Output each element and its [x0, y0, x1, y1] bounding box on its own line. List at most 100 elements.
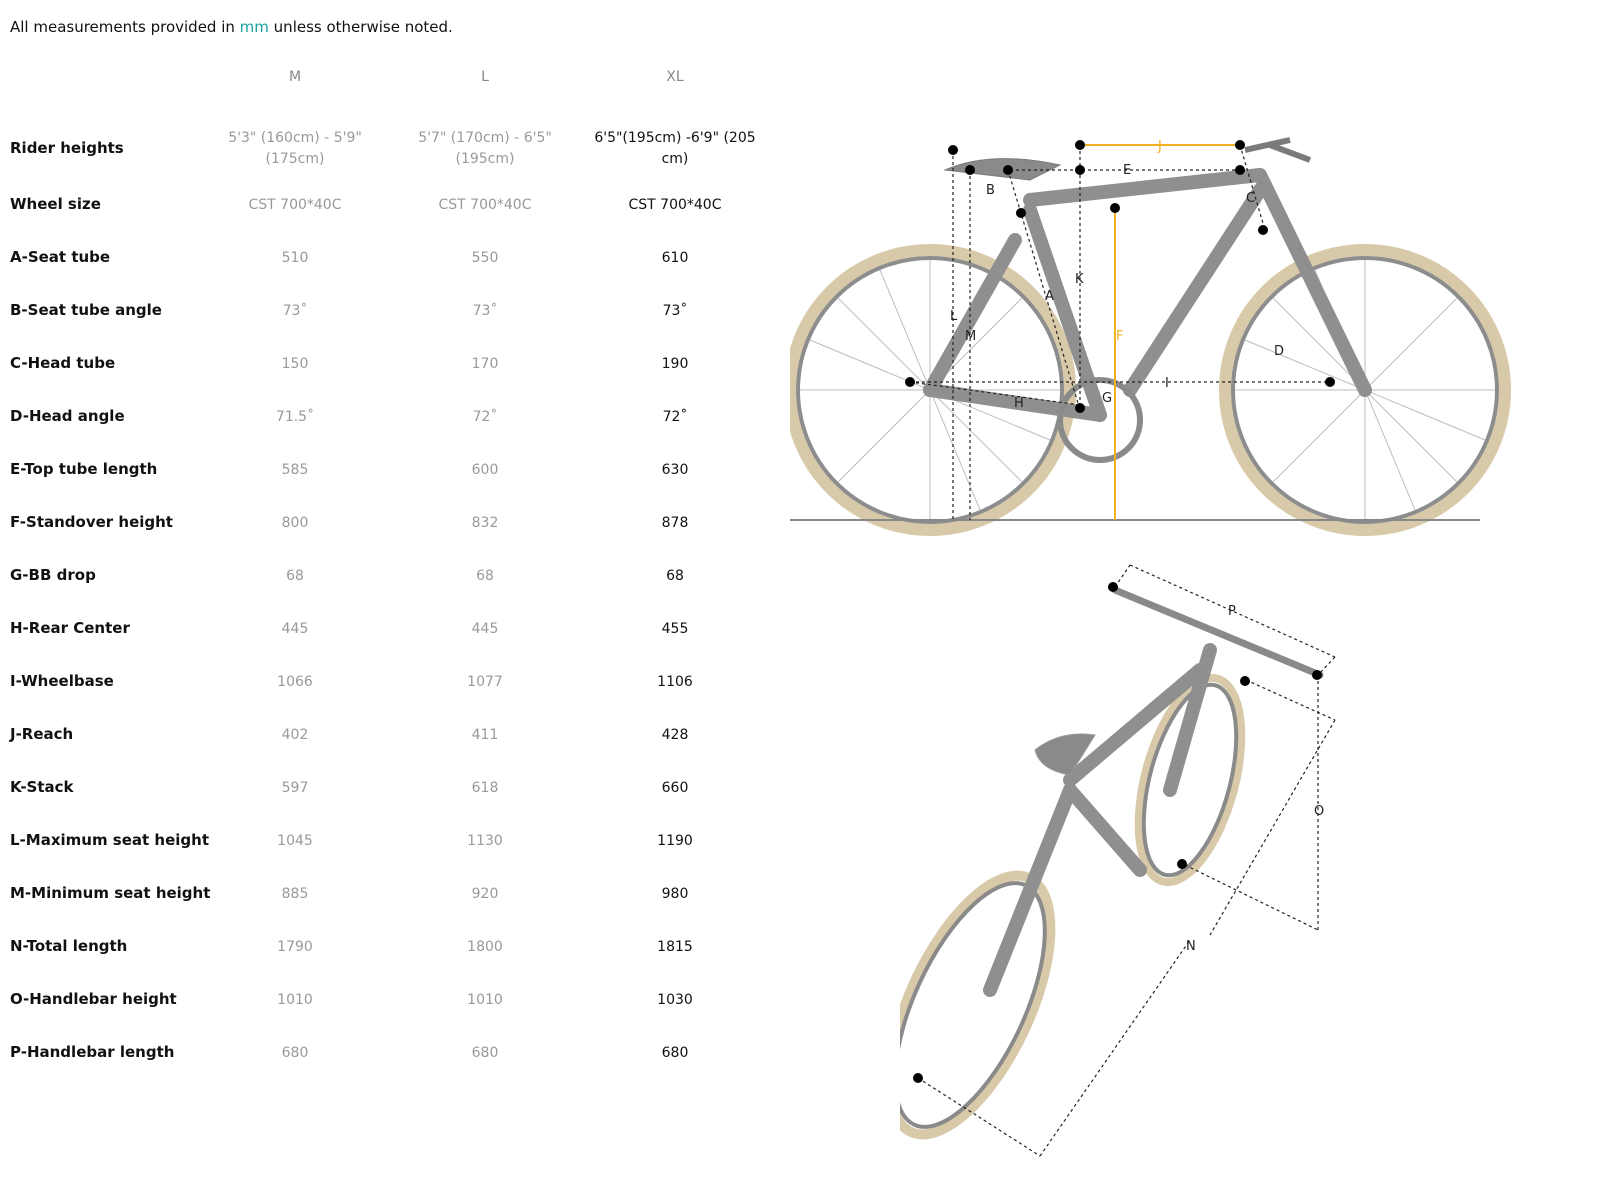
value-cell-xl: 1190: [657, 833, 693, 849]
row-label: N-Total length: [10, 937, 128, 955]
label-g: G: [1102, 391, 1112, 406]
value-cell-xl: 680: [661, 1045, 689, 1061]
row-label: E-Top tube length: [10, 460, 158, 478]
row-label: D-Head angle: [10, 407, 125, 425]
value-cell-l: 1130: [467, 833, 503, 849]
value-cell-m: 68: [286, 568, 304, 584]
label-e: E: [1123, 163, 1131, 178]
value-cell-xl: 980: [661, 886, 689, 902]
value-cell-xl: 630: [661, 462, 689, 478]
value-cell-l: 680: [471, 1045, 499, 1061]
value-cell-l: 1800: [467, 939, 503, 955]
row-label: I-Wheelbase: [10, 672, 114, 690]
value-cell-xl: 1815: [657, 939, 693, 955]
units-note-suffix: unless otherwise noted.: [268, 18, 453, 36]
row-label: Wheel size: [10, 195, 101, 213]
value-cell-xl: 455: [661, 621, 689, 637]
label-p: P: [1228, 604, 1236, 619]
value-cell-l: 73˚: [472, 303, 498, 319]
value-cell-xl: 878: [661, 515, 689, 531]
row-label: F-Standover height: [10, 513, 173, 531]
value-cell-m: 680: [281, 1045, 309, 1061]
label-a: A: [1045, 289, 1054, 304]
value-cell-l: 72˚: [472, 409, 498, 425]
value-cell-xl: 72˚: [662, 409, 688, 425]
value-cell-m: 150: [281, 356, 309, 372]
value-cell-l: 1010: [467, 992, 503, 1008]
units-note-unit: mm: [239, 18, 269, 36]
value-cell-l: 600: [471, 462, 499, 478]
value-cell-xl: 190: [661, 356, 689, 372]
row-label: K-Stack: [10, 778, 74, 796]
units-note: All measurements provided in mm unless o…: [10, 18, 453, 36]
row-label: Rider heights: [10, 139, 124, 157]
row-label: J-Reach: [10, 725, 74, 743]
value-cell-l: 920: [471, 886, 499, 902]
row-label: P-Handlebar length: [10, 1043, 175, 1061]
value-cell-m: 1045: [277, 833, 313, 849]
side-view-diagram: A B C D E F G H I J K L M: [790, 137, 1511, 536]
label-d: D: [1274, 344, 1284, 359]
row-label: L-Maximum seat height: [10, 831, 210, 849]
front-view-diagram: P O N: [900, 564, 1336, 1157]
row-label: H-Rear Center: [10, 619, 130, 637]
value-cell-l: 170: [471, 356, 499, 372]
handlebar: [1111, 586, 1324, 679]
value-cell-m: CST 700*40C: [248, 197, 342, 213]
row-label: C-Head tube: [10, 354, 116, 372]
value-cell-m: 597: [281, 780, 309, 796]
label-f: F: [1116, 329, 1123, 344]
label-j: J: [1157, 139, 1162, 154]
value-cell-m: 510: [281, 250, 309, 266]
row-label: M-Minimum seat height: [10, 884, 211, 902]
label-l: L: [950, 309, 958, 324]
rear-tire-angled: [900, 870, 1056, 1140]
label-k: K: [1075, 272, 1084, 287]
value-cell-l: 1077: [467, 674, 503, 690]
value-cell-l: 5'7" (170cm) - 6'5" (195cm): [418, 130, 552, 167]
value-cell-xl: 610: [661, 250, 689, 266]
size-header-xl: XL: [666, 69, 684, 85]
label-o: O: [1314, 804, 1324, 819]
value-cell-m: 1010: [277, 992, 313, 1008]
value-cell-m: 885: [281, 886, 309, 902]
value-cell-xl: 1030: [657, 992, 693, 1008]
label-i: I: [1165, 376, 1169, 391]
value-cell-l: 832: [471, 515, 499, 531]
value-cell-l: 68: [476, 568, 494, 584]
value-cell-m: 402: [281, 727, 309, 743]
value-cell-xl: 73˚: [662, 303, 688, 319]
label-n: N: [1186, 939, 1196, 954]
size-header-m: M: [288, 69, 302, 85]
value-cell-xl: 1106: [657, 674, 693, 690]
value-cell-m: 445: [281, 621, 309, 637]
value-cell-xl: CST 700*40C: [628, 197, 722, 213]
value-cell-xl: 68: [666, 568, 684, 584]
value-cell-l: 618: [471, 780, 499, 796]
row-label: O-Handlebar height: [10, 990, 177, 1008]
value-cell-m: 1790: [277, 939, 313, 955]
row-label: G-BB drop: [10, 566, 96, 584]
label-m: M: [965, 329, 976, 344]
value-cell-l: 411: [471, 727, 499, 743]
units-note-prefix: All measurements provided in: [10, 18, 240, 36]
value-cell-xl: 6'5"(195cm) -6'9" (205 cm): [594, 130, 756, 167]
label-c: C: [1246, 191, 1255, 206]
value-cell-xl: 660: [661, 780, 689, 796]
row-label: B-Seat tube angle: [10, 301, 162, 319]
value-cell-m: 71.5˚: [275, 409, 315, 425]
value-cell-xl: 428: [661, 727, 689, 743]
value-cell-l: CST 700*40C: [438, 197, 532, 213]
row-label: A-Seat tube: [10, 248, 111, 266]
value-cell-m: 73˚: [282, 303, 308, 319]
label-h: H: [1014, 396, 1024, 411]
label-b: B: [986, 183, 995, 198]
value-cell-m: 1066: [277, 674, 313, 690]
saddle: [943, 158, 1062, 181]
value-cell-m: 585: [281, 462, 309, 478]
value-cell-m: 800: [281, 515, 309, 531]
value-cell-l: 550: [471, 250, 499, 266]
value-cell-l: 445: [471, 621, 499, 637]
size-header-l: L: [481, 69, 489, 85]
value-cell-m: 5'3" (160cm) - 5'9" (175cm): [228, 130, 362, 167]
